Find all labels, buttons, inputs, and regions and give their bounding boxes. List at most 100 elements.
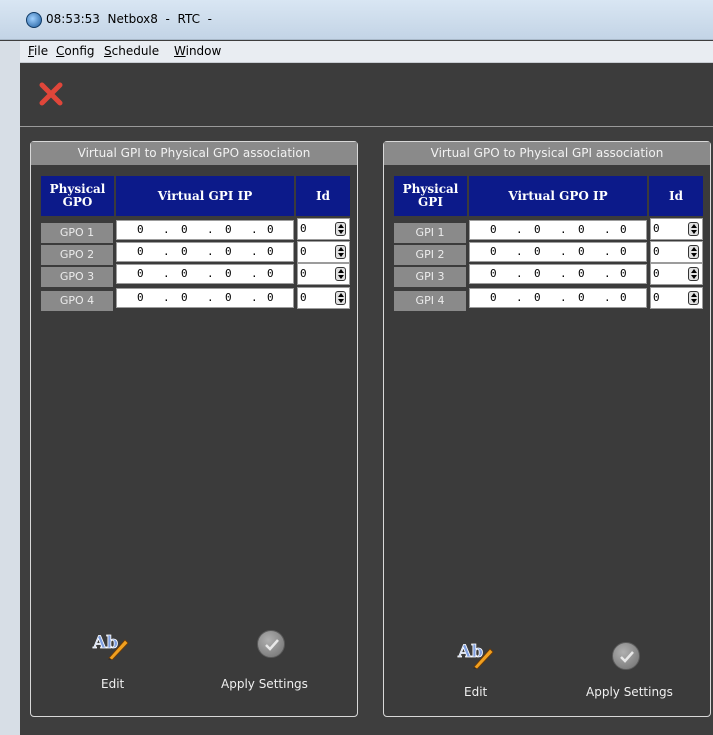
ip-octet: 0 <box>225 245 232 258</box>
ip-octet: 0 <box>620 245 627 258</box>
spinner-icon[interactable] <box>335 222 346 236</box>
toolbar <box>20 64 713 127</box>
row-label: GPI 1 <box>394 223 466 243</box>
edit-button[interactable]: Edit <box>464 685 487 699</box>
col-header-id: Id <box>296 176 350 216</box>
ip-octet: 0 <box>534 291 541 304</box>
title-bar: 08:53:53 Netbox8 - RTC - <box>0 0 713 40</box>
spinner-icon[interactable] <box>688 291 699 305</box>
ip-octet: 0 <box>267 267 274 280</box>
app-globe-icon <box>26 12 42 28</box>
ip-octet: 0 <box>267 291 274 304</box>
gpi-to-gpo-panel: Virtual GPI to Physical GPO association … <box>30 141 358 717</box>
id-spinbox[interactable]: 0 <box>650 218 703 240</box>
ip-octet: 0 <box>181 223 188 236</box>
menu-window-mnemonic: W <box>174 44 186 58</box>
panel-title: Virtual GPI to Physical GPO association <box>31 142 357 165</box>
menu-schedule[interactable]: Schedule <box>104 44 159 58</box>
id-spinbox[interactable]: 0 <box>297 241 350 263</box>
menu-bar: File Config Schedule Window <box>20 41 713 63</box>
id-spinbox[interactable]: 0 <box>650 287 703 309</box>
row-label: GPI 2 <box>394 245 466 265</box>
apply-checkmark-icon[interactable] <box>612 642 640 670</box>
gpo-to-gpi-panel: Virtual GPO to Physical GPI association … <box>383 141 711 717</box>
checkmark-glyph <box>620 651 634 663</box>
id-spinbox[interactable]: 0 <box>297 287 350 309</box>
window-title: 08:53:53 Netbox8 - RTC - <box>46 12 212 26</box>
ip-field[interactable]: 0. 0. 0. 0 <box>116 264 294 284</box>
id-value: 0 <box>300 291 307 304</box>
ip-octet: 0 <box>181 245 188 258</box>
col-header-physical: Physical GPI <box>394 176 467 216</box>
id-spinbox[interactable]: 0 <box>650 241 703 263</box>
row-label: GPI 4 <box>394 291 466 311</box>
ip-octet: 0 <box>490 245 497 258</box>
ip-octet: 0 <box>137 245 144 258</box>
menu-config-rest: onfig <box>64 44 95 58</box>
ip-octet: 0 <box>578 267 585 280</box>
col-header-physical: Physical GPO <box>41 176 114 216</box>
ip-field[interactable]: 0. 0. 0. 0 <box>116 288 294 308</box>
menu-schedule-rest: chedule <box>111 44 160 58</box>
id-value: 0 <box>653 245 660 258</box>
ip-octet: 0 <box>137 267 144 280</box>
window-left-border <box>0 41 20 735</box>
spinner-icon[interactable] <box>688 245 699 259</box>
row-label: GPI 3 <box>394 267 466 287</box>
apply-checkmark-icon[interactable] <box>257 630 285 658</box>
ip-octet: 0 <box>225 291 232 304</box>
app-window: 08:53:53 Netbox8 - RTC - File Config Sch… <box>0 0 713 735</box>
ip-field[interactable]: 0. 0. 0. 0 <box>116 242 294 262</box>
ip-octet: 0 <box>534 267 541 280</box>
ip-octet: 0 <box>578 223 585 236</box>
col-header-virtual-ip: Virtual GPO IP <box>469 176 647 216</box>
row-label: GPO 4 <box>41 291 113 311</box>
ip-octet: 0 <box>620 267 627 280</box>
menu-window[interactable]: Window <box>174 44 221 58</box>
row-label: GPO 2 <box>41 245 113 265</box>
ip-field[interactable]: 0. 0. 0. 0 <box>469 220 647 240</box>
ip-octet: 0 <box>620 223 627 236</box>
menu-config[interactable]: Config <box>56 44 95 58</box>
spinner-icon[interactable] <box>335 245 346 259</box>
checkmark-glyph <box>265 639 279 651</box>
spinner-icon[interactable] <box>688 222 699 236</box>
ip-field[interactable]: 0. 0. 0. 0 <box>469 242 647 262</box>
ip-octet: 0 <box>490 267 497 280</box>
ip-octet: 0 <box>181 267 188 280</box>
col-header-virtual-ip: Virtual GPI IP <box>116 176 294 216</box>
ip-octet: 0 <box>267 245 274 258</box>
id-value: 0 <box>300 267 307 280</box>
edit-button[interactable]: Edit <box>101 677 124 691</box>
panel-title: Virtual GPO to Physical GPI association <box>384 142 710 165</box>
id-spinbox[interactable]: 0 <box>297 218 350 240</box>
ip-octet: 0 <box>490 291 497 304</box>
ip-field[interactable]: 0. 0. 0. 0 <box>469 264 647 284</box>
id-spinbox[interactable]: 0 <box>297 263 350 285</box>
id-value: 0 <box>653 222 660 235</box>
spinner-icon[interactable] <box>688 267 699 281</box>
row-label: GPO 3 <box>41 267 113 287</box>
id-spinbox[interactable]: 0 <box>650 263 703 285</box>
ip-octet: 0 <box>490 223 497 236</box>
ip-octet: 0 <box>620 291 627 304</box>
ip-octet: 0 <box>534 223 541 236</box>
svg-text:Ab: Ab <box>92 633 118 653</box>
row-label: GPO 1 <box>41 223 113 243</box>
apply-settings-button[interactable]: Apply Settings <box>221 677 308 691</box>
close-icon[interactable] <box>38 81 64 107</box>
ip-octet: 0 <box>137 223 144 236</box>
apply-settings-button[interactable]: Apply Settings <box>586 685 673 699</box>
spinner-icon[interactable] <box>335 267 346 281</box>
spinner-icon[interactable] <box>335 291 346 305</box>
col-header-id: Id <box>649 176 703 216</box>
ip-octet: 0 <box>578 291 585 304</box>
ip-field[interactable]: 0. 0. 0. 0 <box>469 288 647 308</box>
ip-octet: 0 <box>225 267 232 280</box>
menu-file[interactable]: File <box>28 44 48 58</box>
edit-icon[interactable]: Ab <box>91 630 131 660</box>
menu-schedule-mnemonic: S <box>104 44 112 58</box>
edit-icon[interactable]: Ab <box>456 639 496 669</box>
id-value: 0 <box>653 291 660 304</box>
ip-field[interactable]: 0. 0. 0. 0 <box>116 220 294 240</box>
